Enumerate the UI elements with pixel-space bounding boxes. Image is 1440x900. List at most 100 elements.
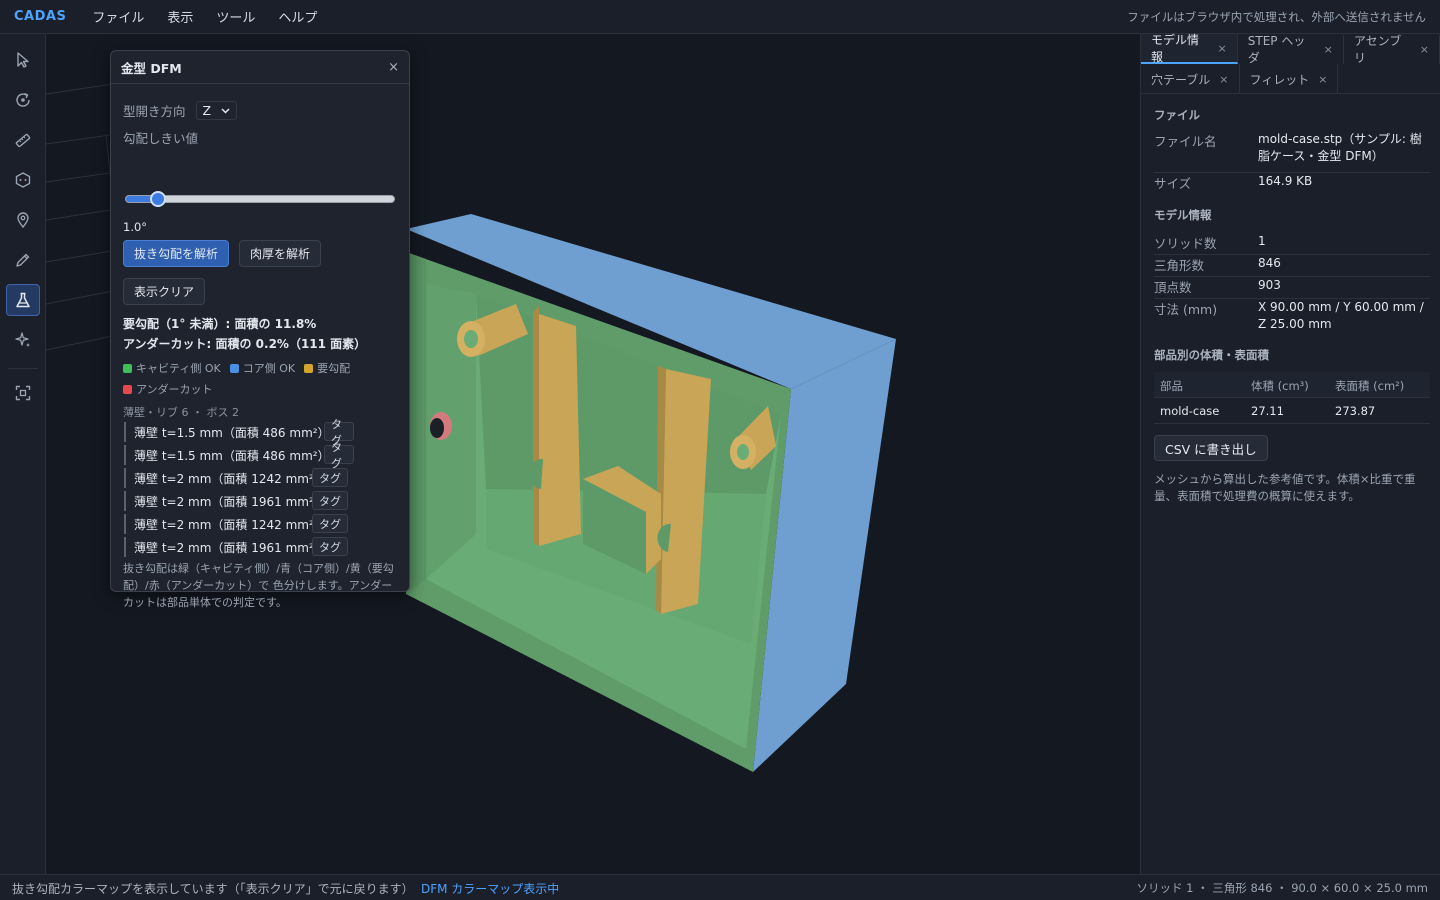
status-bar: 抜き勾配カラーマップを表示しています（「表示クリア」で元に戻ります） DFM カ… [0, 874, 1440, 900]
tag-button[interactable]: タグ [312, 468, 348, 487]
orbit-tool-button[interactable] [6, 84, 40, 116]
status-message: 抜き勾配カラーマップを表示しています（「表示クリア」で元に戻ります） [12, 882, 414, 896]
menu-file[interactable]: ファイル [92, 7, 144, 26]
file-name-row: ファイル名 mold-case.stp（サンプル: 樹脂ケース・金型 DFM） [1154, 131, 1430, 173]
table-cell: mold-case [1160, 404, 1220, 418]
measure-tool-button[interactable] [6, 124, 40, 156]
dfm-help-note: 抜き勾配は緑（キャビティ側）/青（コア側）/黄（要勾配）/赤（アンダーカット）で… [123, 562, 394, 609]
triangles-row: 三角形数 846 [1154, 255, 1430, 277]
dims-row: 寸法 (mm) X 90.00 mm / Y 60.00 mm / Z 25.0… [1154, 299, 1430, 337]
volume-note: メッシュから算出した参考値です。体積×比重で重量、表面積で処理費の概算に使えます… [1154, 472, 1416, 503]
tab-fillet[interactable]: フィレット × [1240, 64, 1339, 94]
section-icon [15, 172, 31, 188]
feature-item[interactable]: 薄壁 t=2 mm（面積 1961 mm²） タグ [124, 491, 354, 511]
analyze-draft-button[interactable]: 抜き勾配を解析 [123, 240, 230, 267]
boss-right-hole [737, 444, 749, 460]
color-legend-row2: アンダーカット [123, 381, 213, 397]
close-icon[interactable]: × [1318, 73, 1327, 86]
tab-label: モデル情報 [1151, 33, 1200, 64]
draft-result: 要勾配（1° 未満）: 面積の 11.8% [123, 317, 317, 331]
close-icon[interactable]: × [1420, 43, 1429, 56]
feature-item[interactable]: 薄壁 t=1.5 mm（面積 486 mm²） タグ [124, 418, 354, 447]
file-name-value: mold-case.stp（サンプル: 樹脂ケース・金型 DFM） [1258, 132, 1422, 163]
tab-model-info[interactable]: モデル情報 × [1141, 33, 1238, 64]
slider-thumb[interactable] [150, 191, 167, 207]
tab-hole-table[interactable]: 穴テーブル × [1141, 64, 1240, 94]
feature-label: 薄壁 t=2 mm（面積 1961 mm²） [134, 494, 326, 509]
analyze-thickness-button[interactable]: 肉厚を解析 [239, 240, 322, 267]
solids-row: ソリッド数 1 [1154, 233, 1430, 255]
tag-button[interactable]: タグ [312, 514, 348, 533]
undercut-result: アンダーカット: 面積の 0.2%（111 面素） [123, 337, 367, 351]
tab-label: アセンブリ [1353, 34, 1402, 65]
column-header: 表面積 (cm²) [1335, 379, 1405, 393]
export-csv-button[interactable]: CSV に書き出し [1154, 435, 1268, 461]
legend-label: 要勾配 [317, 362, 351, 375]
feature-item[interactable]: 薄壁 t=2 mm（面積 1242 mm²） タグ [124, 468, 354, 488]
feature-label: 薄壁 t=2 mm（面積 1242 mm²） [134, 471, 326, 486]
close-icon[interactable]: × [1324, 43, 1333, 56]
legend-swatch [304, 363, 314, 373]
close-icon[interactable]: × [1218, 42, 1227, 55]
mold-dfm-panel: 金型 DFM × 型開き方向 Z 勾配しきい値 1.0° 抜き勾配を解析 肉厚を… [110, 50, 410, 609]
section-tool-button[interactable] [6, 164, 40, 196]
menu-bar: CADAS ファイル 表示 ツール ヘルプ ファイルはブラウザ内で処理され、外部… [0, 0, 1440, 34]
status-mode: DFM カラーマップ表示中 [421, 882, 560, 896]
solids-label: ソリッド数 [1154, 236, 1217, 251]
tag-button[interactable]: タグ [324, 441, 354, 470]
tag-button[interactable]: タグ [312, 537, 348, 556]
feature-item[interactable]: 薄壁 t=2 mm（面積 1961 mm²） タグ [124, 537, 354, 557]
ai-assist-tool-button[interactable] [6, 324, 40, 356]
fit-view-button[interactable] [6, 377, 40, 409]
direction-value: Z [202, 103, 212, 118]
color-legend: キャビティ側 OK コア側 OK 要勾配 [123, 360, 350, 376]
close-icon[interactable]: × [1219, 73, 1228, 86]
tab-label: STEP ヘッダ [1247, 34, 1306, 65]
column-header: 体積 (cm³) [1251, 379, 1309, 393]
solids-value: 1 [1258, 234, 1266, 248]
tab-step-header[interactable]: STEP ヘッダ × [1238, 34, 1344, 65]
legend-label: キャビティ側 OK [136, 362, 221, 375]
feature-item[interactable]: 薄壁 t=2 mm（面積 1242 mm²） タグ [124, 514, 354, 534]
table-row[interactable]: mold-case 27.11 273.87 [1154, 398, 1430, 424]
close-icon[interactable]: × [388, 60, 399, 75]
legend-cavity: キャビティ側 OK [123, 360, 221, 376]
legend-swatch [123, 384, 132, 394]
legend-swatch [123, 363, 132, 373]
vertices-value: 903 [1258, 278, 1281, 292]
app-brand: CADAS [14, 9, 67, 24]
tag-button[interactable]: タグ [312, 491, 348, 510]
menu-tools[interactable]: ツール [216, 7, 255, 26]
feature-label: 薄壁 t=2 mm（面積 1961 mm²） [134, 540, 326, 555]
panel-title: 金型 DFM [121, 60, 182, 76]
mold-dfm-icon [16, 292, 30, 308]
vertices-label: 頂点数 [1154, 280, 1192, 295]
tabs-divider [1141, 93, 1440, 94]
feature-label: 薄壁 t=2 mm（面積 1242 mm²） [134, 517, 326, 532]
table-cell: 273.87 [1335, 404, 1376, 418]
direction-select[interactable]: Z [195, 101, 238, 120]
feature-item[interactable]: 薄壁 t=1.5 mm（面積 486 mm²） タグ [124, 441, 354, 470]
menu-help[interactable]: ヘルプ [278, 7, 317, 26]
file-name-label: ファイル名 [1154, 134, 1217, 149]
annotation-tool-button[interactable] [6, 204, 40, 236]
sketch-tool-button[interactable] [6, 244, 40, 276]
legend-label: アンダーカット [136, 383, 213, 396]
clear-display-button[interactable]: 表示クリア [123, 278, 206, 305]
column-header: 部品 [1160, 379, 1183, 393]
size-label: サイズ [1154, 176, 1192, 191]
menu-view[interactable]: 表示 [167, 7, 193, 26]
legend-core: コア側 OK [229, 360, 295, 376]
select-tool-button[interactable] [6, 44, 40, 76]
select-icon [17, 52, 29, 68]
panel-header: 金型 DFM × [111, 51, 409, 84]
file-section-title: ファイル [1154, 108, 1200, 122]
rib-left-edge [533, 306, 539, 546]
rib-left [533, 312, 581, 546]
table-header: 部品 体積 (cm³) 表面積 (cm²) [1154, 372, 1430, 398]
threshold-slider[interactable] [125, 191, 395, 207]
tab-assembly[interactable]: アセンブリ × [1344, 34, 1440, 65]
mold-dfm-tool-button[interactable] [6, 284, 40, 316]
model-section-title: モデル情報 [1154, 208, 1212, 222]
triangles-label: 三角形数 [1154, 258, 1205, 273]
